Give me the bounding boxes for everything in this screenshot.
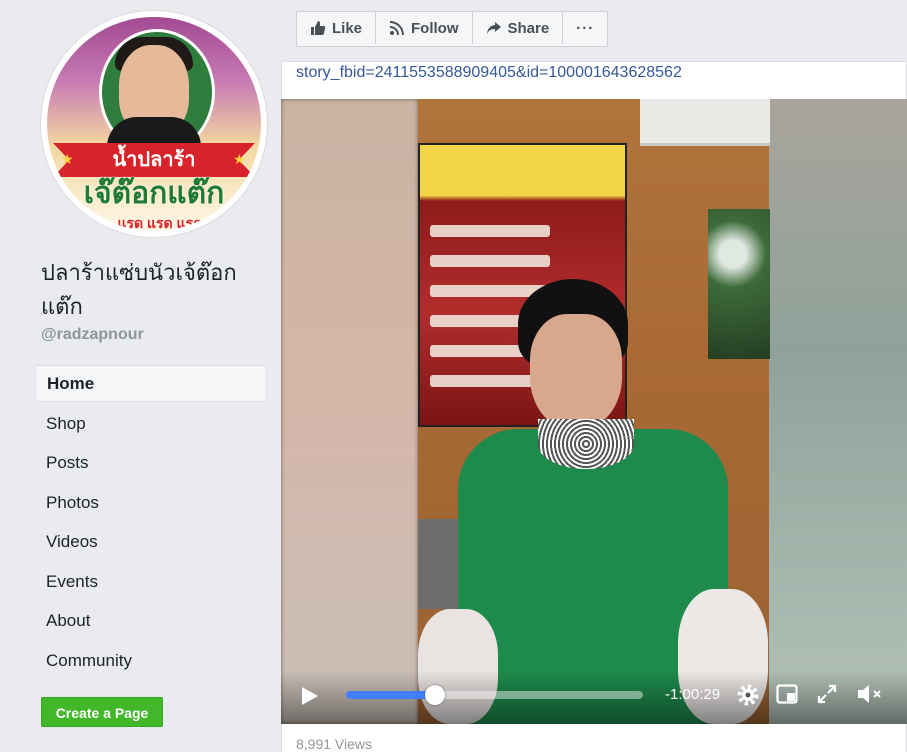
necklace [538, 419, 634, 469]
like-button[interactable]: Like [297, 12, 377, 44]
thumbs-up-icon [311, 21, 326, 35]
avatar-banner: น้ำปลาร้า [53, 143, 255, 177]
like-label: Like [332, 19, 363, 37]
follow-button[interactable]: Follow [376, 12, 473, 44]
left-sidebar: น้ำปลาร้า ★ ★ เจ๊ต๊อกแต๊ก ...แรด แรด แรด… [0, 0, 280, 752]
volume-muted-icon[interactable] [857, 683, 883, 710]
star-icon: ★ [61, 151, 74, 167]
play-icon[interactable] [301, 686, 319, 711]
nav-item-events[interactable]: Events [35, 563, 267, 600]
page-title[interactable]: ปลาร้าแซ่บนัวเจ้ต๊อกแต๊ก [41, 256, 269, 324]
share-button[interactable]: Share [473, 12, 564, 44]
rss-icon [389, 21, 405, 36]
profile-avatar: น้ำปลาร้า ★ ★ เจ๊ต๊อกแต๊ก ...แรด แรด แรด [47, 17, 261, 231]
fullscreen-icon[interactable] [817, 684, 837, 709]
follow-label: Follow [411, 19, 459, 37]
more-options-button[interactable]: ··· [563, 12, 607, 44]
video-controls: -1:00:29 [281, 670, 907, 724]
gear-icon[interactable] [736, 683, 760, 712]
picture-in-picture-icon[interactable] [776, 683, 798, 710]
nav-item-posts[interactable]: Posts [35, 444, 267, 481]
avatar-brand-text: เจ๊ต๊อกแต๊ก [83, 177, 225, 210]
facebook-page: น้ำปลาร้า ★ ★ เจ๊ต๊อกแต๊ก ...แรด แรด แรด… [0, 0, 907, 752]
video-progress-bar[interactable] [346, 685, 643, 705]
video-frame [418, 99, 770, 724]
star-icon: ★ [233, 151, 246, 167]
progress-scrubber[interactable] [425, 685, 446, 705]
avatar-brand-sub: ...แรด แรด แรด [105, 215, 203, 231]
nav-item-home[interactable]: Home [35, 365, 267, 402]
nav-item-shop[interactable]: Shop [35, 405, 267, 442]
page-username[interactable]: @radzapnour [41, 326, 144, 344]
share-arrow-icon [486, 22, 501, 34]
create-page-button[interactable]: Create a Page [41, 697, 163, 727]
air-conditioner [640, 99, 770, 146]
view-count: 8,991 Views [296, 736, 373, 752]
nav-item-about[interactable]: About [35, 602, 267, 639]
plant-wall [708, 209, 770, 359]
share-label: Share [507, 19, 550, 37]
video-player[interactable] [281, 99, 907, 724]
profile-picture[interactable]: น้ำปลาร้า ★ ★ เจ๊ต๊อกแต๊ก ...แรด แรด แรด [41, 11, 267, 237]
post-url-link[interactable]: story_fbid=2411553588909405&id=100001643… [296, 64, 682, 82]
nav-item-photos[interactable]: Photos [35, 484, 267, 521]
nav-item-videos[interactable]: Videos [35, 523, 267, 560]
more-icon: ··· [576, 19, 595, 37]
time-remaining: -1:00:29 [665, 686, 721, 703]
page-action-bar: Like Follow Share ··· [296, 11, 609, 47]
progress-fill [346, 691, 436, 699]
nav-item-community[interactable]: Community [35, 642, 267, 679]
page-nav: Home Shop Posts Photos Videos Events Abo… [35, 365, 267, 681]
